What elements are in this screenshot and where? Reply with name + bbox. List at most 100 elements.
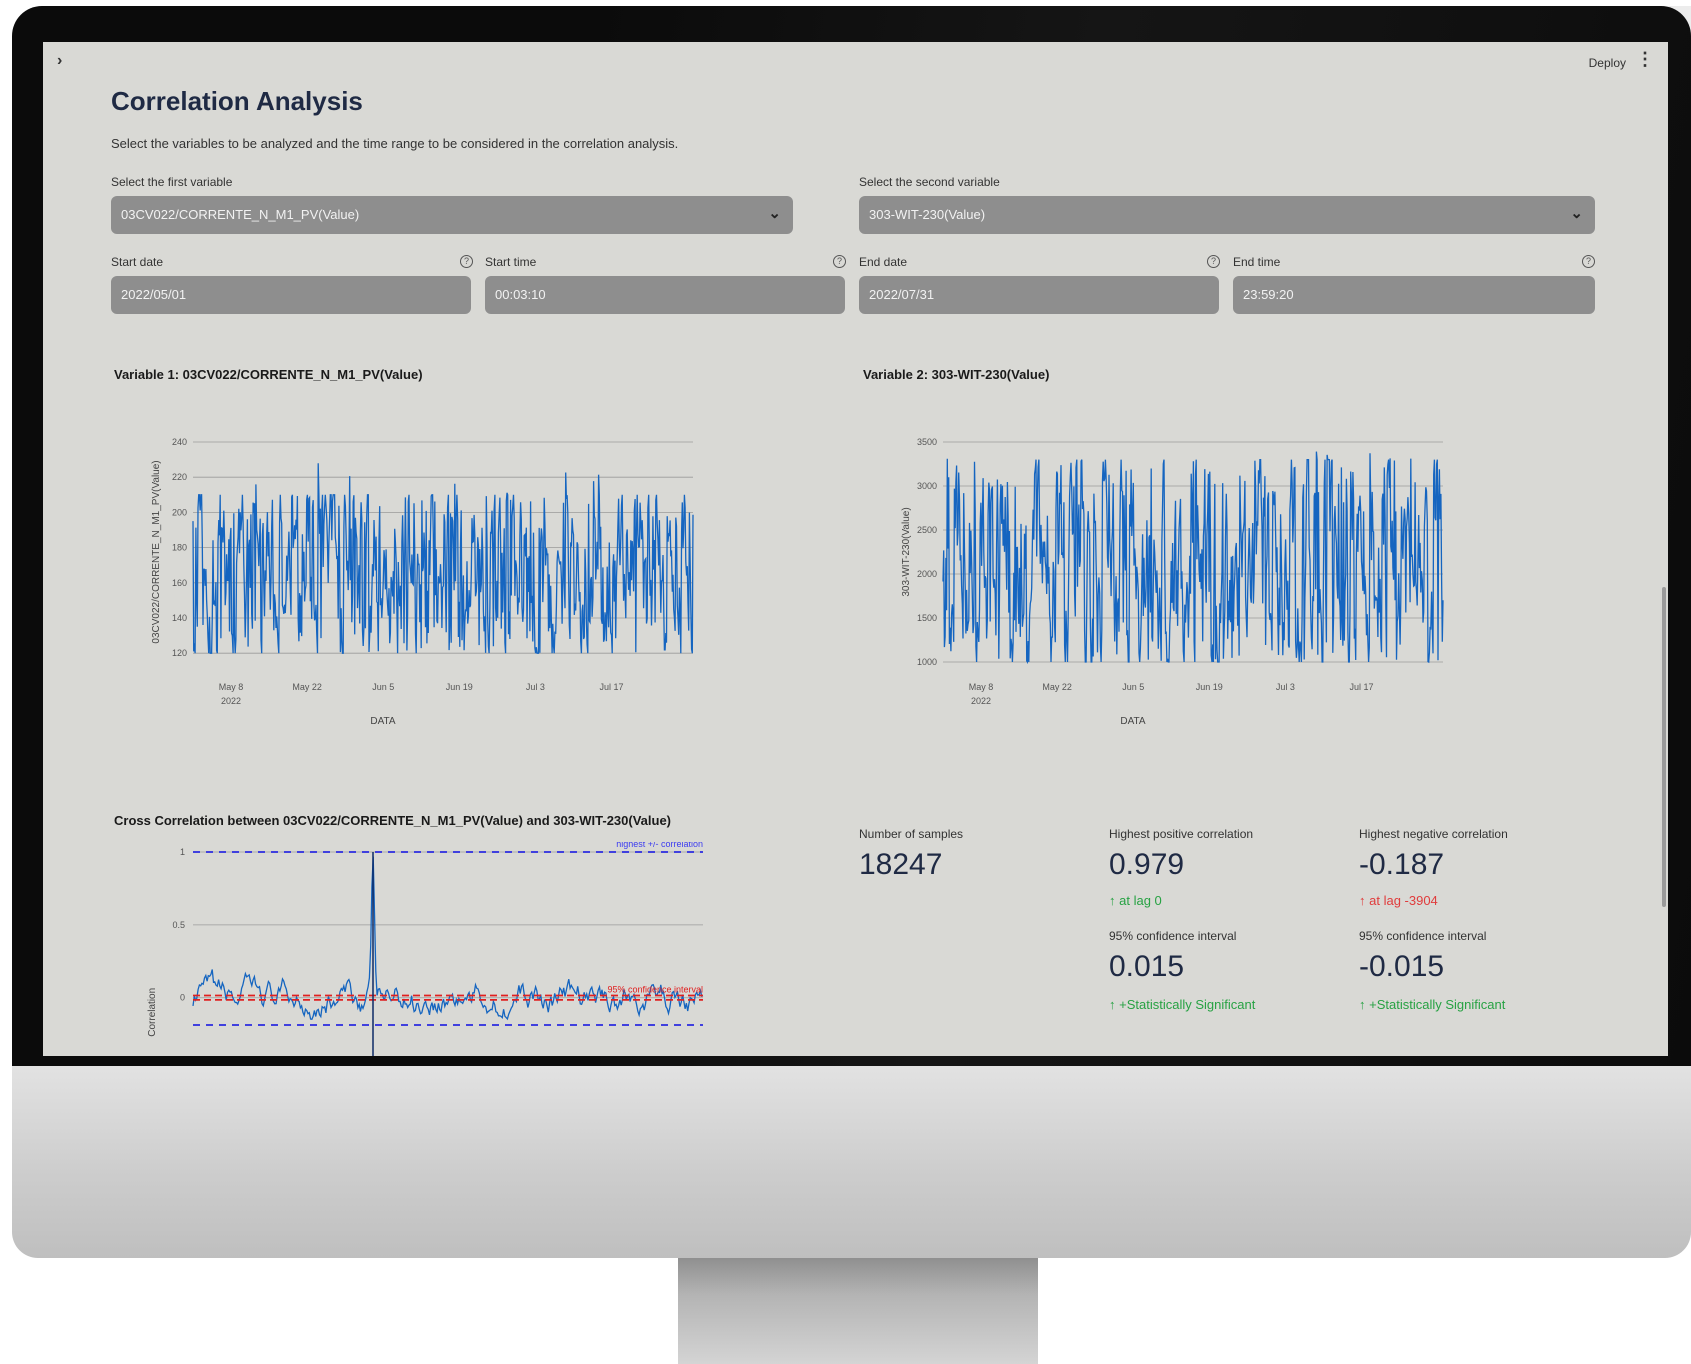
y-axis-label: 03CV022/CORRENTE_N_M1_PV(Value) bbox=[151, 460, 162, 643]
y-tick-label: 1 bbox=[180, 847, 185, 857]
y-axis-label: Correlation bbox=[147, 988, 158, 1037]
x-tick-sublabel: 2022 bbox=[221, 696, 241, 706]
y-tick-label: 180 bbox=[172, 543, 187, 553]
pos-corr-label: Highest positive correlation bbox=[1109, 827, 1254, 841]
y-tick-label: 120 bbox=[172, 648, 187, 658]
y-tick-label: 160 bbox=[172, 578, 187, 588]
x-tick-label: May 8 bbox=[219, 682, 244, 692]
neg-corr-value: -0.187 bbox=[1359, 848, 1445, 881]
start-time-label: Start time bbox=[485, 255, 537, 269]
y-tick-label: 1500 bbox=[917, 613, 937, 623]
x-tick-sublabel: 2022 bbox=[971, 696, 991, 706]
monitor-stand bbox=[678, 1258, 1038, 1364]
ci-neg-label: 95% confidence interval bbox=[1359, 929, 1487, 943]
app-screen: › Deploy ⋮ Correlation Analysis Select t… bbox=[43, 42, 1668, 1056]
y-tick-label: 220 bbox=[172, 472, 187, 482]
second-variable-select[interactable]: 303-WIT-230(Value) ⌄ bbox=[859, 196, 1595, 234]
end-time-field[interactable] bbox=[1233, 276, 1595, 314]
second-variable-value: 303-WIT-230(Value) bbox=[869, 207, 986, 222]
first-variable-label: Select the first variable bbox=[111, 175, 233, 189]
start-date-input[interactable] bbox=[119, 286, 423, 303]
first-variable-select[interactable]: 03CV022/CORRENTE_N_M1_PV(Value) ⌄ bbox=[111, 196, 793, 234]
start-time-input[interactable] bbox=[493, 286, 797, 303]
end-date-input[interactable] bbox=[867, 286, 1171, 303]
cross-correlation-chart: 0 0.5 1 Correlation highest +/- correlation 9… bbox=[147, 842, 704, 1056]
chart3-title: Cross Correlation between 03CV022/CORREN… bbox=[114, 813, 672, 828]
x-tick-label: May 22 bbox=[292, 682, 322, 692]
arrow-up-icon: ↑ bbox=[1109, 997, 1116, 1012]
sidebar-expand-button[interactable]: › bbox=[57, 52, 62, 70]
monitor-chin bbox=[12, 1066, 1691, 1258]
x-tick-label: May 8 bbox=[969, 682, 994, 692]
ci-pos-delta: ↑ +Statistically Significant bbox=[1109, 997, 1255, 1012]
y-axis-label: 303-WIT-230(Value) bbox=[901, 507, 912, 596]
x-tick-label: Jul 17 bbox=[599, 682, 623, 692]
pos-corr-delta: ↑ at lag 0 bbox=[1109, 893, 1162, 908]
x-tick-label: May 22 bbox=[1042, 682, 1072, 692]
ci-pos-delta-text: +Statistically Significant bbox=[1119, 997, 1256, 1012]
end-date-field[interactable] bbox=[859, 276, 1219, 314]
series-line bbox=[192, 463, 694, 654]
page-subtitle: Select the variables to be analyzed and … bbox=[111, 136, 679, 151]
chevron-down-icon: ⌄ bbox=[768, 205, 781, 222]
highest-correlation-annotation: highest +/- correlation bbox=[616, 842, 703, 849]
page-title: Correlation Analysis bbox=[111, 86, 363, 116]
x-tick-label: Jun 19 bbox=[1196, 682, 1223, 692]
neg-corr-delta-text: at lag -3904 bbox=[1369, 893, 1438, 908]
y-tick-label: 2000 bbox=[917, 569, 937, 579]
start-time-field[interactable] bbox=[485, 276, 845, 314]
samples-value: 18247 bbox=[859, 848, 943, 881]
first-variable-value: 03CV022/CORRENTE_N_M1_PV(Value) bbox=[121, 207, 360, 222]
ci-pos-label: 95% confidence interval bbox=[1109, 929, 1237, 943]
x-tick-label: Jun 19 bbox=[446, 682, 473, 692]
end-time-label: End time bbox=[1233, 255, 1281, 269]
start-date-field[interactable] bbox=[111, 276, 471, 314]
variable1-line-chart: 120 140 160 180 200 220 240 May 8 2022 May 22 Jun … bbox=[151, 437, 694, 727]
deploy-button[interactable]: Deploy bbox=[1589, 56, 1626, 70]
arrow-up-icon: ↑ bbox=[1359, 997, 1366, 1012]
x-tick-label: Jun 5 bbox=[372, 682, 394, 692]
x-axis-label: DATA bbox=[1120, 716, 1146, 727]
main-menu-icon[interactable]: ⋮ bbox=[1636, 50, 1654, 68]
page-scrollbar[interactable] bbox=[1662, 587, 1666, 907]
series-line bbox=[942, 451, 1444, 665]
y-tick-label: 3000 bbox=[917, 481, 937, 491]
chevron-down-icon: ⌄ bbox=[1570, 205, 1583, 222]
y-tick-label: 0.5 bbox=[172, 920, 185, 930]
chart1-title: Variable 1: 03CV022/CORRENTE_N_M1_PV(Val… bbox=[114, 367, 423, 382]
ci-neg-delta-text: +Statistically Significant bbox=[1369, 997, 1506, 1012]
help-icon[interactable]: ? bbox=[460, 255, 473, 268]
variable2-line-chart: 1000 1500 2000 2500 3000 3500 May 8 2022 May 22 J… bbox=[901, 437, 1444, 727]
help-icon[interactable]: ? bbox=[833, 255, 846, 268]
help-icon[interactable]: ? bbox=[1582, 255, 1595, 268]
neg-corr-label: Highest negative correlation bbox=[1359, 827, 1508, 841]
x-tick-label: Jul 3 bbox=[526, 682, 545, 692]
arrow-up-icon: ↑ bbox=[1359, 893, 1366, 908]
samples-label: Number of samples bbox=[859, 827, 964, 841]
x-tick-label: Jun 5 bbox=[1122, 682, 1144, 692]
y-tick-label: 140 bbox=[172, 613, 187, 623]
second-variable-label: Select the second variable bbox=[859, 175, 1000, 189]
x-axis-label: DATA bbox=[370, 716, 396, 727]
y-tick-label: 240 bbox=[172, 437, 187, 447]
y-tick-label: 3500 bbox=[917, 437, 937, 447]
ci-neg-delta: ↑ +Statistically Significant bbox=[1359, 997, 1505, 1012]
start-date-label: Start date bbox=[111, 255, 164, 269]
pos-corr-delta-text: at lag 0 bbox=[1119, 893, 1162, 908]
confidence-interval-annotation: 95% confidence interval bbox=[607, 985, 703, 995]
ci-neg-value: -0.015 bbox=[1359, 950, 1445, 983]
chart2-title: Variable 2: 303-WIT-230(Value) bbox=[863, 367, 1050, 382]
y-tick-label: 0 bbox=[180, 993, 185, 1003]
end-time-input[interactable] bbox=[1241, 286, 1545, 303]
arrow-up-icon: ↑ bbox=[1109, 893, 1116, 908]
pos-corr-value: 0.979 bbox=[1109, 848, 1185, 881]
ci-pos-value: 0.015 bbox=[1109, 950, 1185, 983]
x-tick-label: Jul 3 bbox=[1276, 682, 1295, 692]
end-date-label: End date bbox=[859, 255, 908, 269]
help-icon[interactable]: ? bbox=[1207, 255, 1220, 268]
y-tick-label: 1000 bbox=[917, 657, 937, 667]
neg-corr-delta: ↑ at lag -3904 bbox=[1359, 893, 1438, 908]
y-tick-label: 2500 bbox=[917, 525, 937, 535]
x-tick-label: Jul 17 bbox=[1349, 682, 1373, 692]
y-tick-label: 200 bbox=[172, 507, 187, 517]
